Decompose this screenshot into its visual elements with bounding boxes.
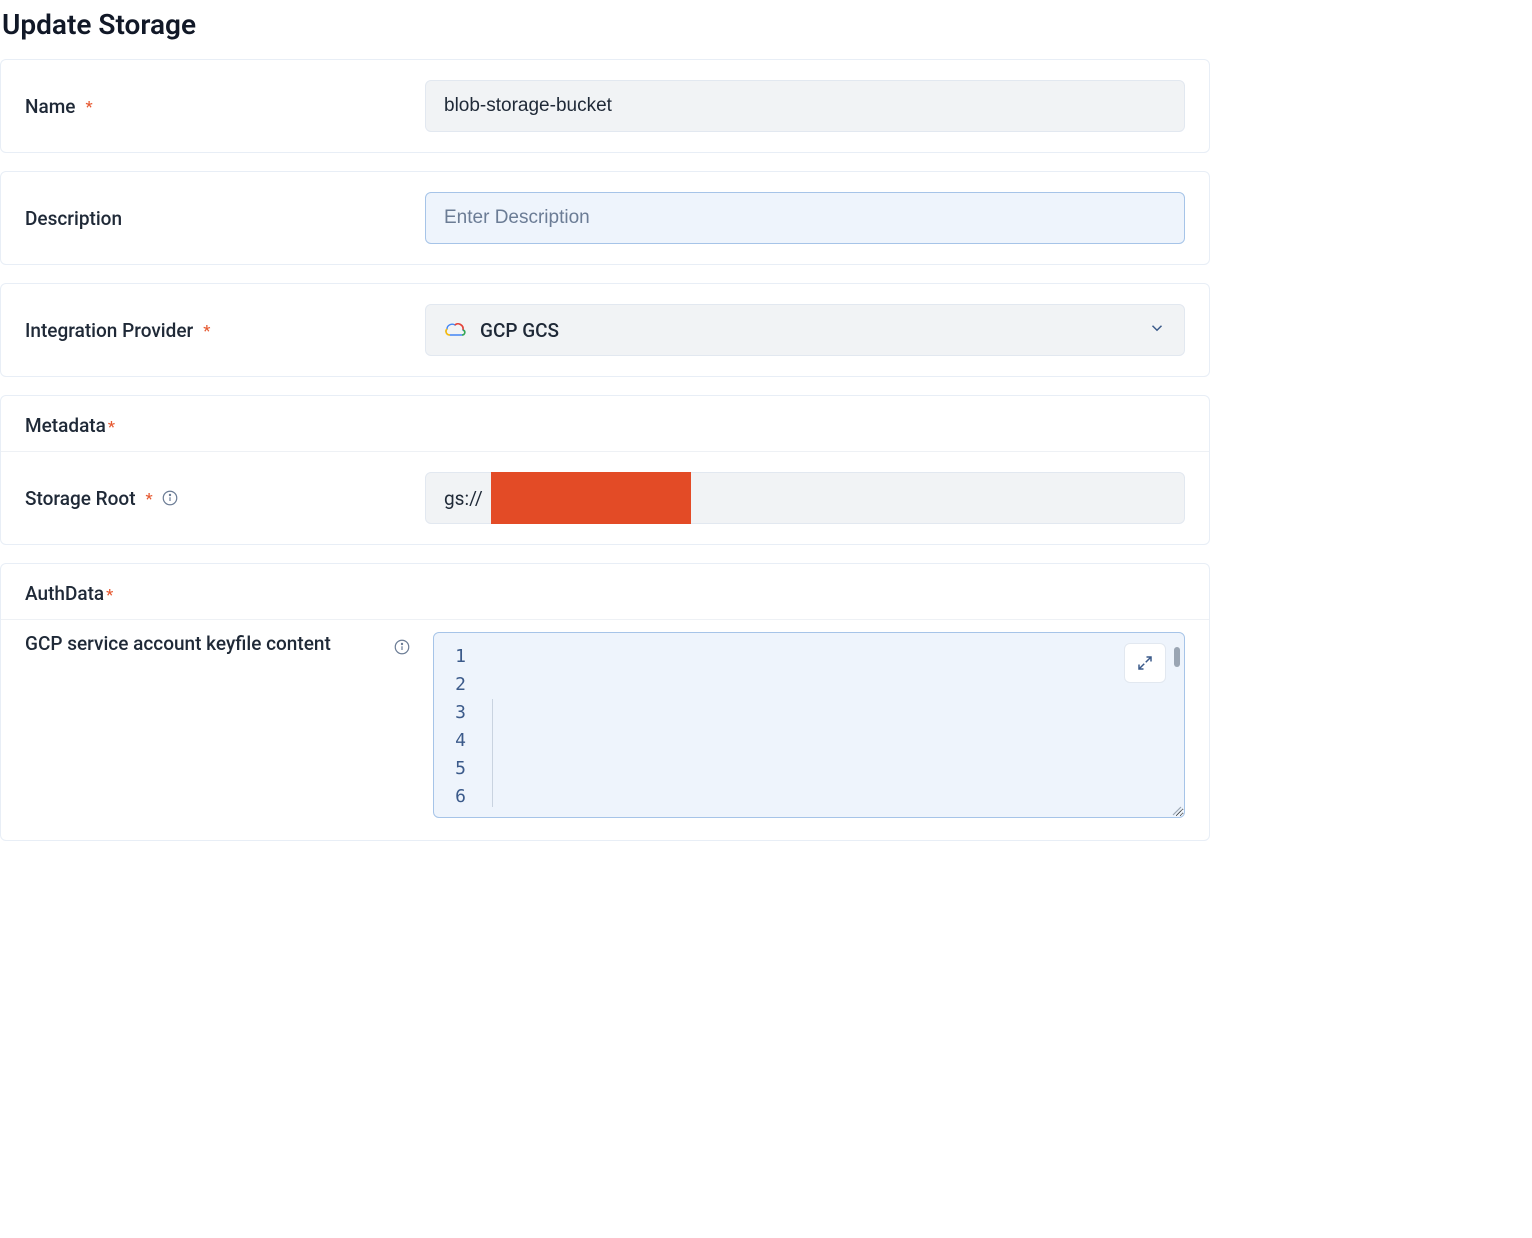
required-marker: * bbox=[108, 417, 115, 436]
required-marker: * bbox=[106, 585, 113, 604]
gcp-cloud-icon bbox=[444, 321, 466, 339]
required-marker: * bbox=[85, 97, 92, 116]
code-content[interactable]: { "type": "service_account", "project_id… bbox=[480, 643, 1184, 807]
provider-section: Integration Provider* GCP GCS bbox=[0, 283, 1210, 377]
description-label: Description bbox=[25, 207, 425, 230]
description-input[interactable] bbox=[425, 192, 1185, 244]
provider-value: GCP GCS bbox=[480, 319, 559, 342]
description-section: Description bbox=[0, 171, 1210, 265]
chevron-down-icon bbox=[1148, 319, 1166, 341]
authdata-header: AuthData* bbox=[1, 564, 1209, 620]
storage-root-label: Storage Root* bbox=[25, 487, 425, 510]
provider-select[interactable]: GCP GCS bbox=[425, 304, 1185, 356]
name-input[interactable] bbox=[425, 80, 1185, 132]
page-title: Update Storage bbox=[0, 0, 1210, 59]
name-label: Name* bbox=[25, 95, 425, 118]
required-marker: * bbox=[146, 489, 153, 508]
authdata-section: AuthData* GCP service account keyfile co… bbox=[0, 563, 1210, 841]
storage-root-input-wrap: gs:// bbox=[425, 472, 1185, 524]
metadata-section: Metadata* Storage Root* gs:// bbox=[0, 395, 1210, 545]
resize-handle[interactable] bbox=[1168, 801, 1182, 815]
info-icon[interactable] bbox=[393, 638, 411, 656]
keyfile-label: GCP service account keyfile content bbox=[25, 632, 385, 657]
metadata-header: Metadata* bbox=[1, 396, 1209, 452]
info-icon[interactable] bbox=[161, 489, 179, 507]
required-marker: * bbox=[203, 321, 210, 340]
keyfile-code-editor[interactable]: 1 2 3 4 5 6 { "type": "service_account",… bbox=[433, 632, 1185, 818]
name-section: Name* bbox=[0, 59, 1210, 153]
redacted-block bbox=[491, 472, 691, 524]
indent-guide bbox=[492, 699, 493, 807]
code-line bbox=[480, 727, 1184, 755]
provider-label: Integration Provider* bbox=[25, 319, 425, 342]
line-gutter: 1 2 3 4 5 6 bbox=[434, 643, 480, 807]
